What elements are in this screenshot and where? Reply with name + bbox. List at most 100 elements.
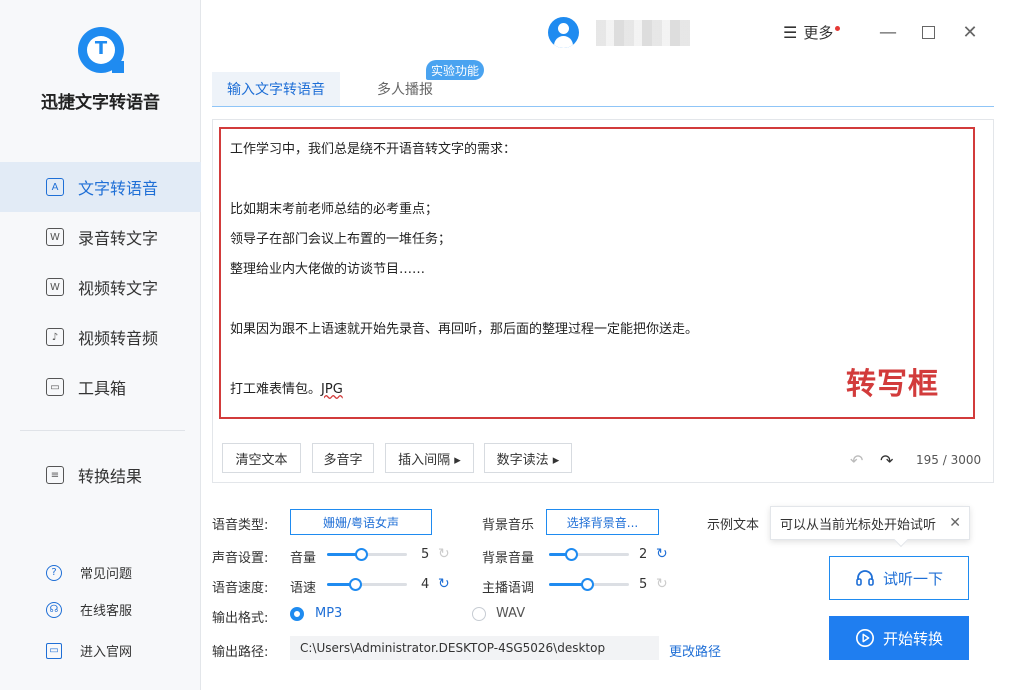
video-to-audio-icon: ♪ xyxy=(46,328,64,346)
app-logo: T xyxy=(78,27,124,73)
sidebar-item-text-to-speech[interactable]: A 文字转语音 xyxy=(0,162,201,212)
listen-tooltip: 可以从当前光标处开始试听 ✕ xyxy=(770,506,970,548)
tab-underline xyxy=(212,106,994,107)
pitch-label: 主播语调 xyxy=(482,581,535,596)
number-reading-button[interactable]: 数字读法 ▸ xyxy=(484,443,572,473)
more-label: 更多 xyxy=(803,24,834,42)
start-label: 开始转换 xyxy=(882,629,943,648)
official-site-label: 进入官网 xyxy=(80,645,133,660)
experimental-badge: 实验功能 xyxy=(426,60,484,80)
sidebar-item-label: 文字转语音 xyxy=(78,179,159,198)
bg-volume-value: 2 xyxy=(639,547,648,562)
speed-settings-label: 语音速度: xyxy=(212,581,269,596)
close-icon[interactable]: ✕ xyxy=(949,515,961,531)
insert-pause-button[interactable]: 插入间隔 ▸ xyxy=(385,443,474,473)
close-button[interactable]: ✕ xyxy=(956,18,984,46)
faq-icon: ? xyxy=(46,564,62,581)
voice-select-button[interactable]: 姗姗/粤语女声 xyxy=(290,509,432,535)
sidebar-item-video-to-audio[interactable]: ♪ 视频转音频 xyxy=(0,312,201,362)
slider-knob[interactable] xyxy=(349,578,362,591)
output-path-label: 输出路径: xyxy=(212,645,269,660)
headset-icon: ☊ xyxy=(46,601,62,618)
reset-icon[interactable]: ↻ xyxy=(438,576,450,592)
mp3-label[interactable]: MP3 xyxy=(315,606,342,621)
text-to-speech-icon: A xyxy=(46,178,64,196)
slider-knob[interactable] xyxy=(354,548,368,561)
online-service-label: 在线客服 xyxy=(80,604,133,619)
sidebar-item-label: 录音转文字 xyxy=(78,229,159,248)
voice-type-label: 语音类型: xyxy=(212,518,269,533)
slider-knob[interactable] xyxy=(565,548,579,561)
online-service-link[interactable]: ☊ 在线客服 xyxy=(46,600,132,619)
headphones-icon xyxy=(855,568,875,588)
editor-line: 领导子在部门会议上布置的一堆任务； xyxy=(230,232,452,247)
app-name: 迅捷文字转语音 xyxy=(41,93,160,113)
maximize-icon xyxy=(921,25,935,39)
output-path-field[interactable]: C:\Users\Administrator.DESKTOP-4SG5026\d… xyxy=(290,636,659,660)
minimize-icon: — xyxy=(879,21,897,43)
volume-label: 音量 xyxy=(290,551,317,566)
sidebar: T 迅捷文字转语音 A 文字转语音 W 录音转文字 W 视频转文字 ♪ 视频转音… xyxy=(0,0,201,690)
minimize-button[interactable]: — xyxy=(874,18,902,46)
rate-label: 语速 xyxy=(290,581,317,596)
sidebar-item-label: 转换结果 xyxy=(78,467,143,486)
pitch-value: 5 xyxy=(639,577,648,592)
start-conversion-button[interactable]: 开始转换 xyxy=(829,616,969,660)
faq-label: 常见问题 xyxy=(80,567,133,582)
listen-button[interactable]: 试听一下 xyxy=(829,556,969,600)
recording-to-text-icon: W xyxy=(46,228,64,246)
editor-line: 整理给业内大佬做的访谈节目…… xyxy=(230,262,426,277)
wav-label[interactable]: WAV xyxy=(496,606,525,621)
sample-text-label[interactable]: 示例文本 xyxy=(707,514,759,533)
volume-value: 5 xyxy=(421,547,430,562)
editor-line: 工作学习中，我们总是绕不开语音转文字的需求： xyxy=(230,142,517,157)
video-to-text-icon: W xyxy=(46,278,64,296)
slider-knob[interactable] xyxy=(581,578,595,591)
bg-volume-slider[interactable] xyxy=(549,547,629,561)
polyphone-button[interactable]: 多音字 xyxy=(312,443,374,473)
monitor-icon: ▭ xyxy=(46,642,62,659)
sidebar-item-toolbox[interactable]: ▭ 工具箱 xyxy=(0,362,201,412)
sidebar-item-recording-to-text[interactable]: W 录音转文字 xyxy=(0,212,201,262)
toolbox-icon: ▭ xyxy=(46,378,64,396)
sidebar-item-video-to-text[interactable]: W 视频转文字 xyxy=(0,262,201,312)
more-menu-button[interactable]: ☰ 更多 xyxy=(783,22,841,43)
bg-music-label: 背景音乐 xyxy=(482,518,535,533)
rate-slider[interactable] xyxy=(327,577,407,591)
sidebar-item-label: 视频转文字 xyxy=(78,279,159,298)
volume-slider[interactable] xyxy=(327,547,407,561)
mp3-radio[interactable] xyxy=(290,607,304,621)
bg-volume-label: 背景音量 xyxy=(482,551,535,566)
user-avatar[interactable] xyxy=(548,17,579,48)
reset-icon[interactable]: ↻ xyxy=(656,546,668,562)
rate-value: 4 xyxy=(421,577,430,592)
faq-link[interactable]: ? 常见问题 xyxy=(46,563,132,582)
maximize-button[interactable] xyxy=(914,18,942,46)
undo-icon[interactable]: ↶ xyxy=(850,451,863,470)
sidebar-item-conversion-result[interactable]: ≡ 转换结果 xyxy=(0,450,201,500)
tooltip-text: 可以从当前光标处开始试听 xyxy=(780,517,937,533)
reset-icon[interactable]: ↻ xyxy=(656,576,668,592)
output-format-label: 输出格式: xyxy=(212,611,269,626)
conversion-result-icon: ≡ xyxy=(46,466,64,484)
notification-dot xyxy=(835,26,841,31)
close-icon: ✕ xyxy=(962,21,978,43)
pitch-slider[interactable] xyxy=(549,577,629,591)
listen-label: 试听一下 xyxy=(882,569,943,588)
menu-icon: ☰ xyxy=(783,23,798,42)
play-circle-icon xyxy=(855,628,875,648)
choose-bg-music-button[interactable]: 选择背景音... xyxy=(546,509,659,535)
sidebar-item-label: 工具箱 xyxy=(78,379,127,398)
reset-icon[interactable]: ↻ xyxy=(438,546,450,562)
text-editor[interactable]: 工作学习中，我们总是绕不开语音转文字的需求： 比如期末考前老师总结的必考重点； … xyxy=(219,127,975,419)
clear-text-button[interactable]: 清空文本 xyxy=(222,443,301,473)
change-path-link[interactable]: 更改路径 xyxy=(669,641,721,660)
editor-line-text: 打工难表情包。 xyxy=(230,382,322,397)
username-blurred xyxy=(596,20,690,46)
redo-icon[interactable]: ↷ xyxy=(880,451,893,470)
sidebar-item-label: 视频转音频 xyxy=(78,329,159,348)
official-site-link[interactable]: ▭ 进入官网 xyxy=(46,641,132,660)
wav-radio[interactable] xyxy=(472,607,486,621)
spellcheck-word: JPG xyxy=(321,382,343,397)
tab-text-to-speech[interactable]: 输入文字转语音 xyxy=(212,72,340,106)
